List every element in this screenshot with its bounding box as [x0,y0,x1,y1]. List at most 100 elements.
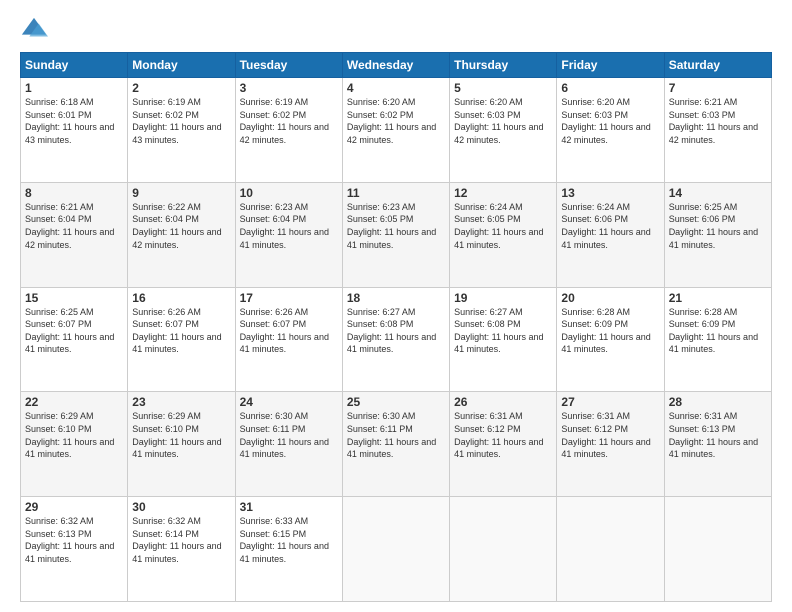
day-info: Sunrise: 6:25 AMSunset: 6:07 PMDaylight:… [25,307,114,355]
day-number: 7 [669,81,767,95]
day-info: Sunrise: 6:30 AMSunset: 6:11 PMDaylight:… [240,411,329,459]
day-number: 28 [669,395,767,409]
calendar-day-6: 6 Sunrise: 6:20 AMSunset: 6:03 PMDaylight… [557,78,664,183]
calendar-day-20: 20 Sunrise: 6:28 AMSunset: 6:09 PMDayligh… [557,287,664,392]
calendar-day-1: 1 Sunrise: 6:18 AMSunset: 6:01 PMDaylight… [21,78,128,183]
calendar-header-monday: Monday [128,53,235,78]
calendar-header-thursday: Thursday [450,53,557,78]
day-number: 17 [240,291,338,305]
day-number: 23 [132,395,230,409]
calendar-day-21: 21Sunrise: 6:28 AMSunset: 6:09 PMDayligh… [664,287,771,392]
day-number: 19 [454,291,552,305]
day-number: 29 [25,500,123,514]
header [20,16,772,44]
calendar-day-23: 23Sunrise: 6:29 AMSunset: 6:10 PMDayligh… [128,392,235,497]
day-number: 13 [561,186,659,200]
calendar-day-17: 17 Sunrise: 6:26 AMSunset: 6:07 PMDayligh… [235,287,342,392]
calendar-empty-cell [557,497,664,602]
day-info: Sunrise: 6:32 AMSunset: 6:14 PMDaylight:… [132,516,221,564]
day-info: Sunrise: 6:29 AMSunset: 6:10 PMDaylight:… [25,411,114,459]
day-info: Sunrise: 6:18 AMSunset: 6:01 PMDaylight:… [25,97,114,145]
calendar-week-2: 8 Sunrise: 6:21 AMSunset: 6:04 PMDaylight… [21,182,772,287]
day-info: Sunrise: 6:20 AMSunset: 6:03 PMDaylight:… [561,97,650,145]
day-info: Sunrise: 6:26 AMSunset: 6:07 PMDaylight:… [132,307,221,355]
day-number: 24 [240,395,338,409]
logo-icon [20,16,48,44]
calendar-day-13: 13Sunrise: 6:24 AMSunset: 6:06 PMDayligh… [557,182,664,287]
calendar-day-4: 4 Sunrise: 6:20 AMSunset: 6:02 PMDaylight… [342,78,449,183]
calendar-day-9: 9 Sunrise: 6:22 AMSunset: 6:04 PMDaylight… [128,182,235,287]
day-number: 10 [240,186,338,200]
day-number: 21 [669,291,767,305]
calendar-day-22: 22 Sunrise: 6:29 AMSunset: 6:10 PMDayligh… [21,392,128,497]
calendar-day-7: 7 Sunrise: 6:21 AMSunset: 6:03 PMDaylight… [664,78,771,183]
day-number: 20 [561,291,659,305]
day-info: Sunrise: 6:31 AMSunset: 6:12 PMDaylight:… [454,411,543,459]
day-number: 14 [669,186,767,200]
day-number: 4 [347,81,445,95]
calendar-header-saturday: Saturday [664,53,771,78]
day-number: 8 [25,186,123,200]
day-info: Sunrise: 6:25 AMSunset: 6:06 PMDaylight:… [669,202,758,250]
calendar-day-16: 16 Sunrise: 6:26 AMSunset: 6:07 PMDayligh… [128,287,235,392]
day-info: Sunrise: 6:24 AMSunset: 6:05 PMDaylight:… [454,202,543,250]
calendar-day-28: 28 Sunrise: 6:31 AMSunset: 6:13 PMDayligh… [664,392,771,497]
calendar-day-18: 18 Sunrise: 6:27 AMSunset: 6:08 PMDayligh… [342,287,449,392]
calendar-empty-cell [450,497,557,602]
day-info: Sunrise: 6:23 AMSunset: 6:05 PMDaylight:… [347,202,436,250]
calendar-day-10: 10 Sunrise: 6:23 AMSunset: 6:04 PMDayligh… [235,182,342,287]
day-info: Sunrise: 6:23 AMSunset: 6:04 PMDaylight:… [240,202,329,250]
calendar-day-29: 29 Sunrise: 6:32 AMSunset: 6:13 PMDayligh… [21,497,128,602]
day-info: Sunrise: 6:22 AMSunset: 6:04 PMDaylight:… [132,202,221,250]
day-info: Sunrise: 6:20 AMSunset: 6:02 PMDaylight:… [347,97,436,145]
calendar-day-14: 14 Sunrise: 6:25 AMSunset: 6:06 PMDayligh… [664,182,771,287]
calendar-header-row: SundayMondayTuesdayWednesdayThursdayFrid… [21,53,772,78]
day-number: 30 [132,500,230,514]
calendar-day-8: 8 Sunrise: 6:21 AMSunset: 6:04 PMDaylight… [21,182,128,287]
day-info: Sunrise: 6:32 AMSunset: 6:13 PMDaylight:… [25,516,114,564]
day-number: 15 [25,291,123,305]
calendar-day-26: 26 Sunrise: 6:31 AMSunset: 6:12 PMDayligh… [450,392,557,497]
calendar-empty-cell [664,497,771,602]
day-number: 6 [561,81,659,95]
day-number: 2 [132,81,230,95]
day-number: 11 [347,186,445,200]
calendar-day-2: 2 Sunrise: 6:19 AMSunset: 6:02 PMDaylight… [128,78,235,183]
calendar-day-19: 19 Sunrise: 6:27 AMSunset: 6:08 PMDayligh… [450,287,557,392]
day-info: Sunrise: 6:21 AMSunset: 6:04 PMDaylight:… [25,202,114,250]
calendar-week-4: 22 Sunrise: 6:29 AMSunset: 6:10 PMDayligh… [21,392,772,497]
day-number: 12 [454,186,552,200]
calendar-day-31: 31 Sunrise: 6:33 AMSunset: 6:15 PMDayligh… [235,497,342,602]
logo [20,16,52,44]
calendar-header-friday: Friday [557,53,664,78]
calendar-day-30: 30 Sunrise: 6:32 AMSunset: 6:14 PMDayligh… [128,497,235,602]
day-number: 18 [347,291,445,305]
calendar-table: SundayMondayTuesdayWednesdayThursdayFrid… [20,52,772,602]
day-number: 9 [132,186,230,200]
day-info: Sunrise: 6:27 AMSunset: 6:08 PMDaylight:… [347,307,436,355]
day-info: Sunrise: 6:28 AMSunset: 6:09 PMDaylight:… [561,307,650,355]
day-number: 26 [454,395,552,409]
day-number: 3 [240,81,338,95]
calendar-day-24: 24 Sunrise: 6:30 AMSunset: 6:11 PMDayligh… [235,392,342,497]
day-info: Sunrise: 6:19 AMSunset: 6:02 PMDaylight:… [132,97,221,145]
day-info: Sunrise: 6:30 AMSunset: 6:11 PMDaylight:… [347,411,436,459]
calendar-day-3: 3Sunrise: 6:19 AMSunset: 6:02 PMDaylight… [235,78,342,183]
day-number: 31 [240,500,338,514]
day-number: 22 [25,395,123,409]
calendar-header-wednesday: Wednesday [342,53,449,78]
calendar-day-12: 12 Sunrise: 6:24 AMSunset: 6:05 PMDayligh… [450,182,557,287]
day-info: Sunrise: 6:27 AMSunset: 6:08 PMDaylight:… [454,307,543,355]
day-number: 16 [132,291,230,305]
day-number: 1 [25,81,123,95]
day-info: Sunrise: 6:21 AMSunset: 6:03 PMDaylight:… [669,97,758,145]
calendar-day-5: 5Sunrise: 6:20 AMSunset: 6:03 PMDaylight… [450,78,557,183]
day-info: Sunrise: 6:31 AMSunset: 6:13 PMDaylight:… [669,411,758,459]
day-number: 5 [454,81,552,95]
calendar-day-15: 15 Sunrise: 6:25 AMSunset: 6:07 PMDayligh… [21,287,128,392]
day-info: Sunrise: 6:33 AMSunset: 6:15 PMDaylight:… [240,516,329,564]
calendar-day-11: 11 Sunrise: 6:23 AMSunset: 6:05 PMDayligh… [342,182,449,287]
calendar-header-tuesday: Tuesday [235,53,342,78]
calendar-day-25: 25Sunrise: 6:30 AMSunset: 6:11 PMDayligh… [342,392,449,497]
day-info: Sunrise: 6:26 AMSunset: 6:07 PMDaylight:… [240,307,329,355]
